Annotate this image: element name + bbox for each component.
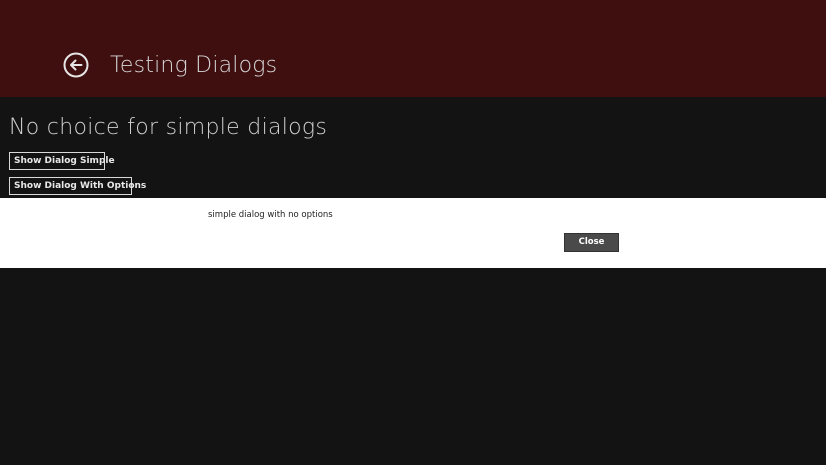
- dialog-message: simple dialog with no options: [208, 210, 333, 220]
- show-dialog-simple-button[interactable]: Show Dialog Simple: [9, 152, 115, 170]
- app-window: Testing Dialogs No choice for simple dia…: [0, 0, 826, 465]
- back-arrow-icon: [63, 52, 89, 78]
- show-dialog-with-options-button[interactable]: Show Dialog With Options: [9, 177, 146, 195]
- back-button[interactable]: [63, 52, 89, 78]
- header-bar: Testing Dialogs: [0, 0, 826, 97]
- section-title: No choice for simple dialogs: [9, 115, 328, 140]
- page-title: Testing Dialogs: [110, 53, 278, 78]
- dialog-close-button[interactable]: Close: [564, 233, 619, 252]
- message-dialog: simple dialog with no options Close: [0, 198, 826, 268]
